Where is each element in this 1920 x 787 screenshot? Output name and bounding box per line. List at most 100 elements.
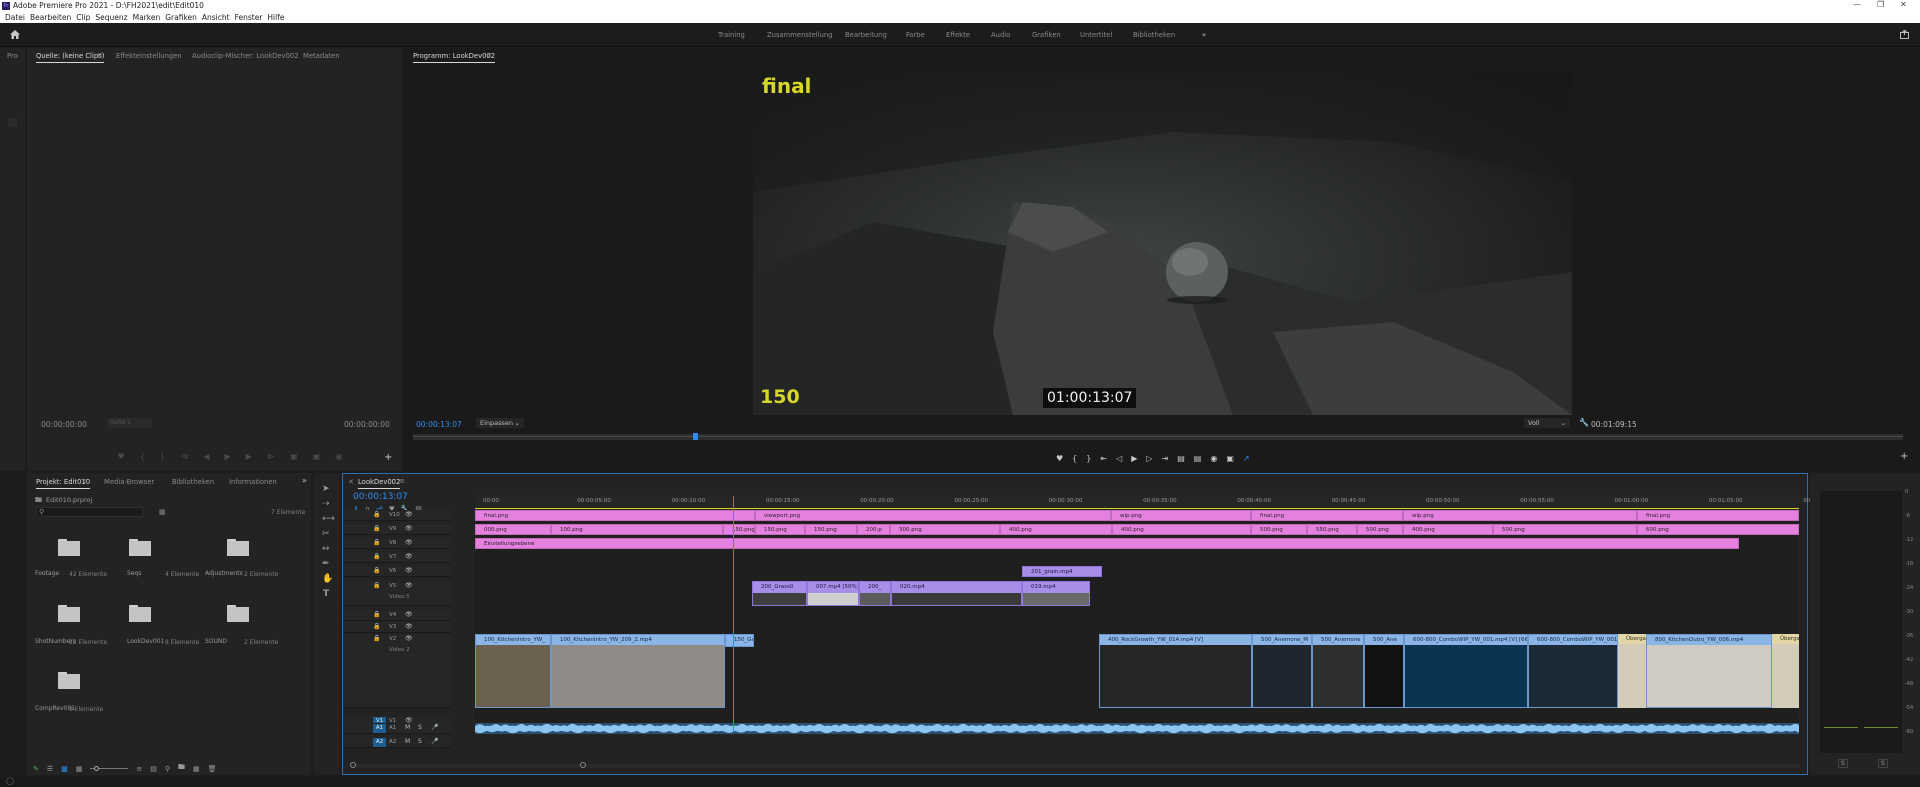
- find-icon[interactable]: ⚲: [165, 765, 170, 773]
- clip-grain[interactable]: 201_grain.mp4: [1022, 566, 1102, 577]
- clip-combo-wip[interactable]: 600-800_ComboWIP_YW_001.mp4 [V] [66%]: [1404, 634, 1528, 708]
- stub-search-icon[interactable]: [8, 118, 17, 127]
- step-forward-icon[interactable]: ▷: [1146, 454, 1152, 463]
- clip-anemone[interactable]: 500_Anemone_M: [1252, 634, 1312, 708]
- tab-information[interactable]: Informationen: [229, 478, 277, 486]
- lock-icon[interactable]: 🔒: [373, 511, 380, 518]
- project-more-icon[interactable]: »: [302, 476, 307, 485]
- eye-icon[interactable]: 👁: [405, 623, 413, 630]
- lock-icon[interactable]: 🔒: [373, 623, 380, 630]
- menu-hilfe[interactable]: Hilfe: [267, 13, 284, 22]
- list-view-icon[interactable]: ☰: [47, 765, 53, 773]
- tab-sequence[interactable]: LookDev002: [358, 478, 401, 489]
- workspace-tab-zusammenstellung[interactable]: Zusammenstellung: [767, 31, 833, 39]
- clip-final-2[interactable]: final.png: [1251, 510, 1403, 521]
- clip-550[interactable]: 550.png: [1307, 524, 1357, 535]
- program-video-frame[interactable]: final 150 01:00:13:07: [753, 72, 1572, 415]
- clip-wip[interactable]: wip.png: [1111, 510, 1251, 521]
- eye-icon[interactable]: 👁: [405, 525, 413, 532]
- eye-icon[interactable]: 👁: [405, 635, 413, 642]
- menu-clip[interactable]: Clip: [76, 13, 90, 22]
- lock-icon[interactable]: 🔒: [373, 582, 380, 589]
- menu-bearbeiten[interactable]: Bearbeiten: [30, 13, 71, 22]
- source-insert-icon[interactable]: ▣: [290, 452, 298, 462]
- workspace-tab-audio[interactable]: Audio: [991, 31, 1010, 39]
- tab-effect-settings[interactable]: Effekteinstellungen: [116, 52, 182, 60]
- workspace-tab-effekte[interactable]: Effekte: [946, 31, 970, 39]
- selection-tool-icon[interactable]: ➤: [322, 485, 330, 494]
- bin-footage[interactable]: Footage 42 Elemente: [32, 523, 118, 585]
- more-workspaces-icon[interactable]: »: [1202, 31, 1206, 39]
- clip-final[interactable]: final.png: [475, 510, 755, 521]
- menu-grafiken[interactable]: Grafiken: [165, 13, 197, 22]
- sort-icon[interactable]: ≡: [136, 765, 142, 773]
- new-bin-footer-icon[interactable]: 🖿: [178, 763, 185, 774]
- source-play-icon[interactable]: ▶: [225, 452, 231, 462]
- automate-icon[interactable]: ▤: [150, 765, 157, 773]
- zoom-slider[interactable]: [90, 766, 129, 771]
- workspace-tab-bibliotheken[interactable]: Bibliotheken: [1133, 31, 1175, 39]
- timeline-scrollbar[interactable]: [350, 762, 1799, 768]
- ripple-edit-tool-icon[interactable]: ⟷: [322, 515, 335, 524]
- clip-combo-wip-2[interactable]: 600-800_ComboWIP_YW_001.m: [1528, 634, 1618, 708]
- clip-500-2[interactable]: 500.png: [1357, 524, 1403, 535]
- lock-icon[interactable]: 🔒: [373, 567, 380, 574]
- mute-button[interactable]: M: [405, 738, 410, 745]
- clip-final-3[interactable]: final.png: [1637, 510, 1799, 521]
- solo-right-button[interactable]: S: [1878, 759, 1888, 768]
- source-zoom-select[interactable]: Seite 1: [107, 418, 152, 428]
- program-fit-select[interactable]: Einpassen ⌄: [476, 418, 524, 428]
- slip-tool-icon[interactable]: ↔: [322, 545, 330, 554]
- mic-icon[interactable]: 🎤: [431, 738, 438, 745]
- bin-lookdev001[interactable]: LookDev001 8 Elemente: [124, 589, 210, 651]
- hand-tool-icon[interactable]: ✋: [322, 575, 333, 584]
- project-panel-menu-icon[interactable]: ≡: [82, 477, 88, 485]
- source-overwrite-icon[interactable]: ▣: [313, 452, 321, 462]
- source-step-back-icon[interactable]: ◀: [203, 452, 209, 462]
- close-sequence-icon[interactable]: ✕: [348, 478, 354, 486]
- clip-020[interactable]: 020.mp4: [891, 581, 1022, 606]
- clip-150-2[interactable]: 150.png: [755, 524, 805, 535]
- icon-view-icon[interactable]: ▩: [61, 765, 68, 773]
- workspace-tab-training[interactable]: Training: [718, 31, 745, 39]
- stub-tab[interactable]: Pro: [7, 52, 18, 60]
- clip-200[interactable]: 200.p: [857, 524, 890, 535]
- eye-icon[interactable]: 👁: [405, 567, 413, 574]
- bin-adjustments[interactable]: Adjustments 2 Elemente: [202, 523, 288, 585]
- mute-button[interactable]: M: [405, 724, 410, 731]
- type-tool-icon[interactable]: T: [323, 590, 329, 599]
- program-quality-select[interactable]: Voll ⌄: [1524, 418, 1570, 428]
- export-icon[interactable]: ↗: [1243, 454, 1250, 463]
- menu-fenster[interactable]: Fenster: [235, 13, 263, 22]
- clip-400-3[interactable]: 400.png: [1403, 524, 1493, 535]
- delete-icon[interactable]: 🗑: [208, 765, 217, 773]
- lock-icon[interactable]: 🔒: [373, 525, 380, 532]
- clip-wip-2[interactable]: wip.png: [1403, 510, 1637, 521]
- razor-tool-icon[interactable]: ✂: [322, 530, 330, 539]
- clip-300[interactable]: 300.png: [890, 524, 1000, 535]
- workspace-tab-farbe[interactable]: Farbe: [906, 31, 925, 39]
- source-out-icon[interactable]: }: [160, 452, 165, 462]
- extract-icon[interactable]: ▤: [1194, 454, 1202, 463]
- clip-500[interactable]: 500.png: [1251, 524, 1307, 535]
- workspace-tab-grafiken[interactable]: Grafiken: [1032, 31, 1061, 39]
- goto-in-icon[interactable]: ⇤: [1100, 454, 1107, 463]
- bin-shotnumbers[interactable]: ShotNumbers 22 Elemente: [32, 589, 118, 651]
- clip-019[interactable]: 019.mp4: [1022, 581, 1090, 606]
- tab-audio-mixer[interactable]: Audioclip-Mischer: LookDev002: [192, 52, 299, 60]
- menu-ansicht[interactable]: Ansicht: [202, 13, 230, 22]
- mic-icon[interactable]: 🎤: [431, 724, 438, 731]
- new-item-icon[interactable]: ▦: [193, 765, 200, 773]
- eye-icon[interactable]: 👁: [405, 511, 413, 518]
- goto-out-icon[interactable]: ⇥: [1162, 454, 1169, 463]
- solo-button[interactable]: S: [418, 724, 422, 731]
- clip-600[interactable]: 600.png: [1637, 524, 1799, 535]
- menu-marken[interactable]: Marken: [133, 13, 161, 22]
- track-target[interactable]: A1: [373, 724, 386, 733]
- solo-left-button[interactable]: S: [1838, 759, 1848, 768]
- transition-left[interactable]: Übergang: [1618, 634, 1646, 708]
- bin-sound[interactable]: SOUND 2 Elemente: [202, 589, 288, 651]
- comparison-view-icon[interactable]: ▣: [1226, 454, 1234, 463]
- bin-seqs[interactable]: Seqs 4 Elemente: [124, 523, 210, 585]
- tab-libraries[interactable]: Bibliotheken: [172, 478, 214, 486]
